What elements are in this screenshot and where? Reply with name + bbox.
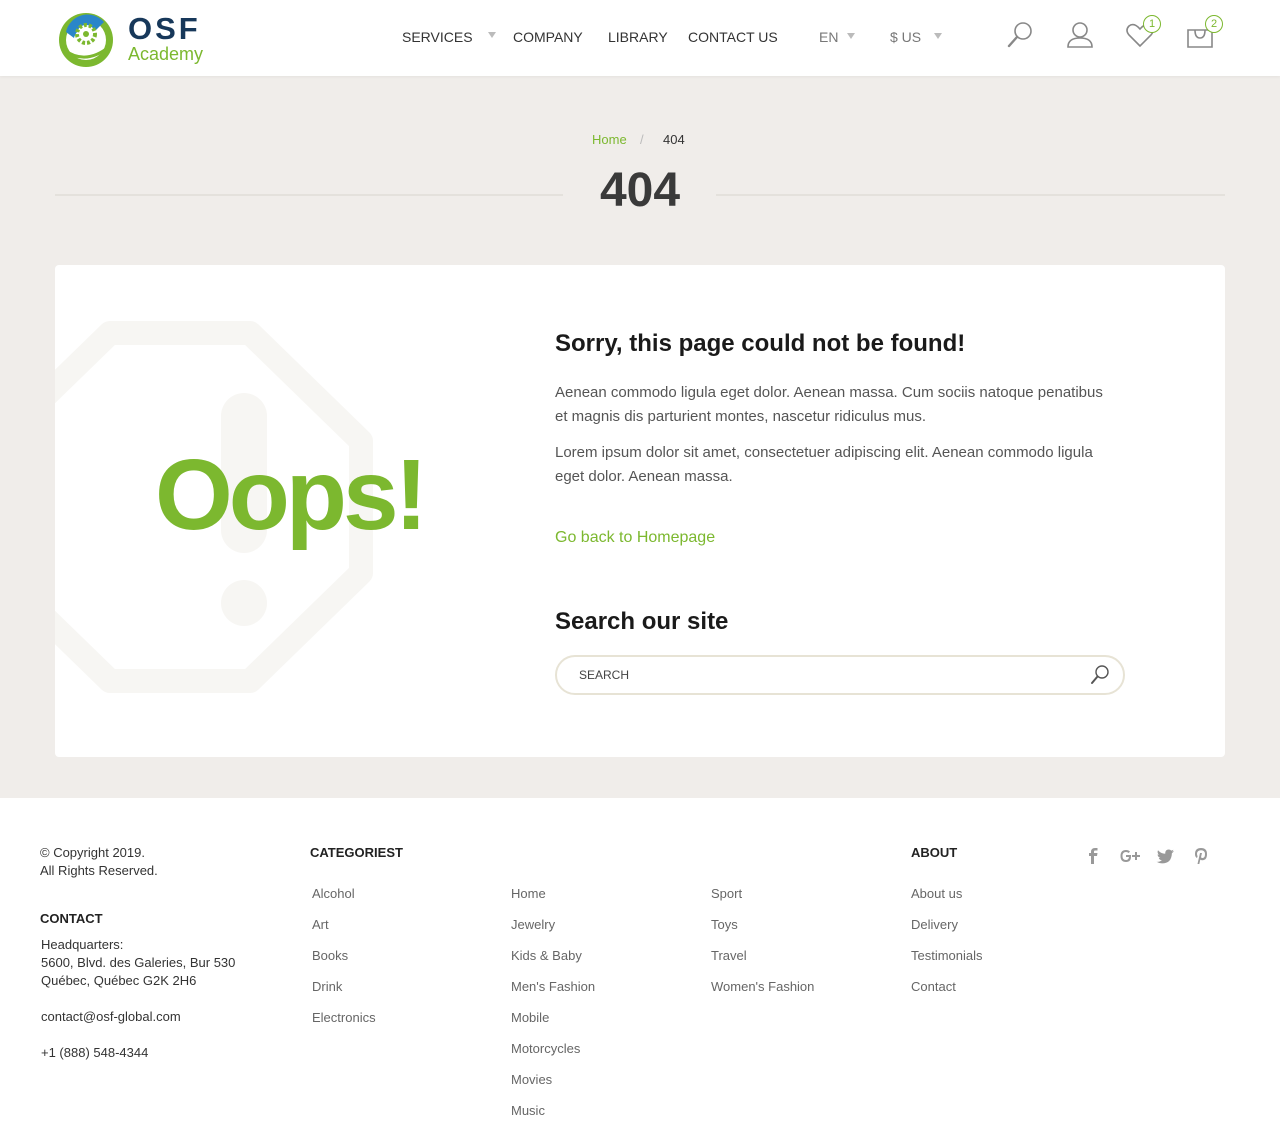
nav-company[interactable]: COMPANY <box>513 26 583 48</box>
contact-heading: CONTACT <box>40 911 103 926</box>
go-back-home-link[interactable]: Go back to Homepage <box>555 527 715 549</box>
site-header: OSF Academy SERVICES COMPANY LIBRARY CON… <box>0 0 1280 76</box>
about-link[interactable]: About us <box>911 885 962 903</box>
category-link[interactable]: Electronics <box>312 1009 376 1027</box>
category-link[interactable]: Movies <box>511 1071 552 1089</box>
about-link[interactable]: Delivery <box>911 916 958 934</box>
address-line-2: Québec, Québec G2K 2H6 <box>41 973 197 988</box>
about-link[interactable]: Contact <box>911 978 956 996</box>
logo-gear-icon <box>59 13 113 67</box>
logo[interactable]: OSF Academy <box>56 10 206 68</box>
category-link[interactable]: Motorcycles <box>511 1040 580 1058</box>
category-link[interactable]: Men's Fashion <box>511 978 595 996</box>
search-icon <box>1091 665 1109 684</box>
category-link[interactable]: Books <box>312 947 348 965</box>
chevron-down-icon[interactable] <box>488 32 496 38</box>
currency-select[interactable]: $ US <box>890 26 921 48</box>
facebook-icon[interactable] <box>1083 846 1103 866</box>
breadcrumb: Home / 404 <box>0 130 1280 150</box>
category-link[interactable]: Women's Fashion <box>711 978 814 996</box>
error-card: Oops! Sorry, this page could not be foun… <box>55 265 1225 757</box>
contact-email[interactable]: contact@osf-global.com <box>41 1008 181 1026</box>
error-paragraph-1: Aenean commodo ligula eget dolor. Aenean… <box>555 384 1103 425</box>
category-link[interactable]: Jewelry <box>511 916 555 934</box>
category-link[interactable]: Mobile <box>511 1009 549 1027</box>
category-link[interactable]: Music <box>511 1102 545 1120</box>
chevron-down-icon[interactable] <box>934 33 942 39</box>
category-link[interactable]: Drink <box>312 978 342 996</box>
search-icon[interactable] <box>1004 18 1036 52</box>
wishlist-count-badge: 1 <box>1143 15 1161 33</box>
about-heading: ABOUT <box>911 845 958 860</box>
nav-services[interactable]: SERVICES <box>402 26 473 48</box>
category-link[interactable]: Toys <box>711 916 738 934</box>
category-link[interactable]: Travel <box>711 947 747 965</box>
language-select[interactable]: EN <box>819 26 838 48</box>
nav-contact-us[interactable]: CONTACT US <box>688 26 778 48</box>
google-plus-icon[interactable] <box>1119 846 1140 866</box>
category-link[interactable]: Sport <box>711 885 742 903</box>
search-input[interactable] <box>579 665 1069 685</box>
copyright-text: © Copyright 2019. <box>40 845 145 860</box>
nav-library[interactable]: LIBRARY <box>608 26 668 48</box>
logo-name: OSF <box>128 11 201 46</box>
category-link[interactable]: Kids & Baby <box>511 947 582 965</box>
rights-text: All Rights Reserved. <box>40 863 158 878</box>
search-submit-button[interactable] <box>1089 664 1111 686</box>
cart-count-badge: 2 <box>1205 15 1223 33</box>
category-link[interactable]: Art <box>312 916 329 934</box>
address-line-1: 5600, Blvd. des Galeries, Bur 530 <box>41 955 236 970</box>
category-link[interactable]: Home <box>511 885 546 903</box>
search-heading: Search our site <box>555 608 729 635</box>
pinterest-icon[interactable] <box>1191 846 1211 866</box>
oops-text: Oops! <box>155 439 428 551</box>
error-paragraph-2: Lorem ipsum dolor sit amet, consectetuer… <box>555 444 1093 485</box>
user-icon[interactable] <box>1064 18 1096 52</box>
site-footer: © Copyright 2019. All Rights Reserved. C… <box>0 798 1280 1146</box>
breadcrumb-separator: / <box>640 132 644 147</box>
hq-label: Headquarters: <box>41 937 124 952</box>
breadcrumb-home-link[interactable]: Home <box>592 130 627 150</box>
categories-heading: CATEGORIEST <box>310 845 403 860</box>
breadcrumb-current: 404 <box>663 132 685 147</box>
twitter-icon[interactable] <box>1155 846 1175 866</box>
error-heading: Sorry, this page could not be found! <box>555 330 966 357</box>
about-link[interactable]: Testimonials <box>911 947 983 965</box>
logo-tagline: Academy <box>128 44 204 64</box>
category-link[interactable]: Alcohol <box>312 885 355 903</box>
contact-phone[interactable]: +1 (888) 548-4344 <box>41 1044 148 1062</box>
search-form <box>555 655 1125 695</box>
chevron-down-icon[interactable] <box>847 33 855 39</box>
page-title: 404 <box>599 164 681 217</box>
